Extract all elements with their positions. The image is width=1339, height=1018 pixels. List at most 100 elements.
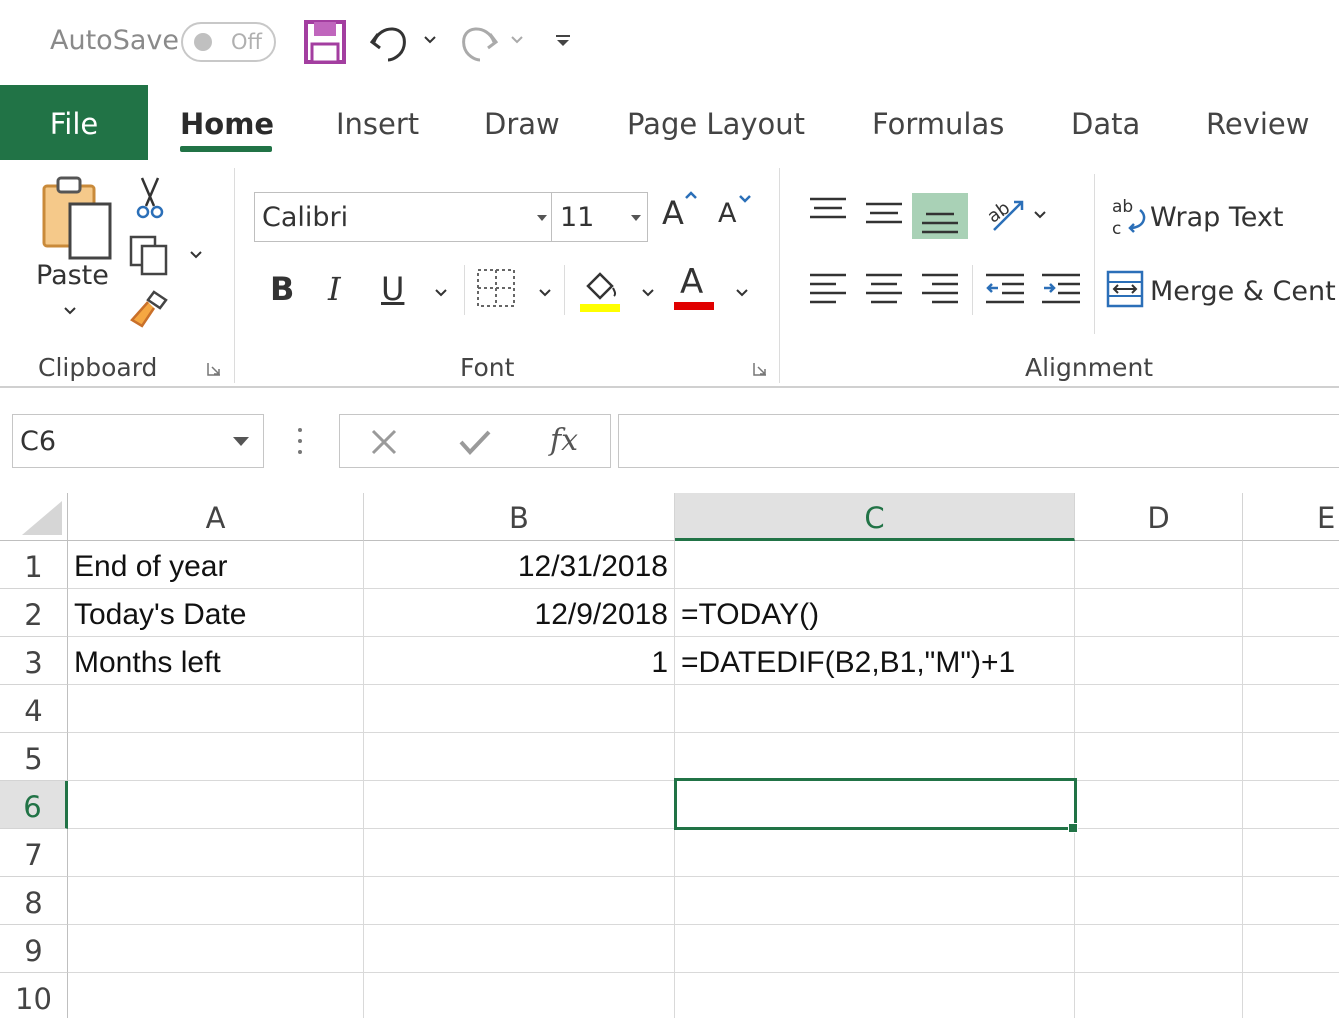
merge-center-button[interactable]: Merge & Cent [1150, 276, 1336, 307]
save-icon[interactable] [304, 20, 346, 64]
cell-c7[interactable] [675, 829, 1075, 877]
cell-b6[interactable] [364, 781, 675, 829]
cell-a6[interactable] [68, 781, 364, 829]
column-header-d[interactable]: D [1075, 493, 1243, 541]
row-header-7[interactable]: 7 [0, 829, 68, 877]
cell-b4[interactable] [364, 685, 675, 733]
paste-label[interactable]: Paste [36, 260, 109, 291]
redo-icon[interactable] [458, 20, 498, 64]
row-header-10[interactable]: 10 [0, 973, 68, 1018]
row-header-4[interactable]: 4 [0, 685, 68, 733]
cell-b3[interactable]: 1 [364, 637, 675, 685]
cell-c3[interactable]: =DATEDIF(B2,B1,"M")+1 [675, 637, 1075, 685]
insert-function-button[interactable]: fx [550, 423, 578, 458]
font-size-select[interactable]: 11 [552, 192, 648, 242]
font-name-select[interactable]: Calibri [254, 192, 552, 242]
borders-dropdown-icon[interactable] [538, 288, 552, 298]
cell-c5[interactable] [675, 733, 1075, 781]
name-box[interactable]: C6 [12, 414, 264, 468]
bottom-align-icon[interactable] [922, 208, 958, 236]
cell-b10[interactable] [364, 973, 675, 1018]
row-header-2[interactable]: 2 [0, 589, 68, 637]
cell-d6[interactable] [1075, 781, 1243, 829]
wrap-text-icon[interactable]: ab c [1110, 196, 1148, 238]
column-header-e[interactable]: E [1243, 493, 1339, 541]
cell-e7[interactable] [1243, 829, 1339, 877]
cell-e8[interactable] [1243, 877, 1339, 925]
clipboard-launcher-icon[interactable] [207, 362, 221, 376]
cell-d1[interactable] [1075, 541, 1243, 589]
customize-qat-icon[interactable] [555, 33, 571, 49]
cell-d8[interactable] [1075, 877, 1243, 925]
cell-c9[interactable] [675, 925, 1075, 973]
shrink-font-button[interactable]: A [718, 198, 736, 229]
underline-dropdown-icon[interactable] [434, 288, 448, 298]
grow-font-button[interactable]: A [662, 194, 684, 232]
row-header-3[interactable]: 3 [0, 637, 68, 685]
cell-e2[interactable] [1243, 589, 1339, 637]
cut-icon[interactable] [134, 176, 166, 220]
middle-align-icon[interactable] [866, 200, 902, 228]
column-header-c[interactable]: C [675, 493, 1075, 541]
copy-dropdown-icon[interactable] [189, 250, 203, 260]
paste-dropdown-icon[interactable] [63, 306, 77, 316]
cell-d7[interactable] [1075, 829, 1243, 877]
font-color-dropdown-icon[interactable] [735, 288, 749, 298]
cell-a4[interactable] [68, 685, 364, 733]
tab-page-layout[interactable]: Page Layout [627, 85, 805, 160]
cancel-icon[interactable] [370, 428, 398, 456]
italic-button[interactable]: I [328, 270, 341, 308]
cell-d5[interactable] [1075, 733, 1243, 781]
formula-bar-grip-icon[interactable] [296, 426, 304, 456]
fill-handle[interactable] [1068, 823, 1078, 833]
tab-review[interactable]: Review [1206, 85, 1309, 160]
cell-e3[interactable] [1243, 637, 1339, 685]
row-header-9[interactable]: 9 [0, 925, 68, 973]
tab-insert[interactable]: Insert [336, 85, 419, 160]
cell-d3[interactable] [1075, 637, 1243, 685]
cell-a10[interactable] [68, 973, 364, 1018]
row-header-8[interactable]: 8 [0, 877, 68, 925]
row-header-1[interactable]: 1 [0, 541, 68, 589]
cell-c4[interactable] [675, 685, 1075, 733]
column-header-b[interactable]: B [364, 493, 675, 541]
spreadsheet-grid[interactable]: A B C D E 1 2 3 4 5 6 7 8 9 10 End of ye… [0, 493, 1339, 1018]
cell-a7[interactable] [68, 829, 364, 877]
tab-file[interactable]: File [0, 85, 148, 160]
top-align-icon[interactable] [810, 196, 846, 224]
tab-formulas[interactable]: Formulas [872, 85, 1004, 160]
cell-b1[interactable]: 12/31/2018 [364, 541, 675, 589]
wrap-text-button[interactable]: Wrap Text [1150, 202, 1283, 233]
cell-c8[interactable] [675, 877, 1075, 925]
cell-e10[interactable] [1243, 973, 1339, 1018]
enter-icon[interactable] [458, 428, 492, 456]
fill-color-icon[interactable] [580, 268, 622, 312]
undo-icon[interactable] [370, 20, 410, 64]
cell-a2[interactable]: Today's Date [68, 589, 364, 637]
cell-a8[interactable] [68, 877, 364, 925]
cell-e5[interactable] [1243, 733, 1339, 781]
tab-data[interactable]: Data [1071, 85, 1140, 160]
font-color-button[interactable]: A [680, 262, 703, 302]
decrease-indent-icon[interactable] [986, 272, 1024, 308]
paste-icon[interactable] [40, 174, 112, 264]
cell-b7[interactable] [364, 829, 675, 877]
merge-center-icon[interactable] [1106, 270, 1144, 308]
increase-indent-icon[interactable] [1042, 272, 1080, 308]
select-all-button[interactable] [0, 493, 68, 541]
align-center-icon[interactable] [866, 272, 902, 308]
bold-button[interactable]: B [270, 270, 294, 308]
cell-a3[interactable]: Months left [68, 637, 364, 685]
font-launcher-icon[interactable] [753, 362, 767, 376]
cell-d4[interactable] [1075, 685, 1243, 733]
cell-a1[interactable]: End of year [68, 541, 364, 589]
underline-button[interactable]: U [381, 270, 404, 308]
align-right-icon[interactable] [922, 272, 958, 308]
cell-e4[interactable] [1243, 685, 1339, 733]
align-left-icon[interactable] [810, 272, 846, 308]
cell-d9[interactable] [1075, 925, 1243, 973]
row-header-5[interactable]: 5 [0, 733, 68, 781]
copy-icon[interactable] [128, 234, 172, 276]
cell-c2[interactable]: =TODAY() [675, 589, 1075, 637]
undo-dropdown-icon[interactable] [423, 35, 437, 45]
